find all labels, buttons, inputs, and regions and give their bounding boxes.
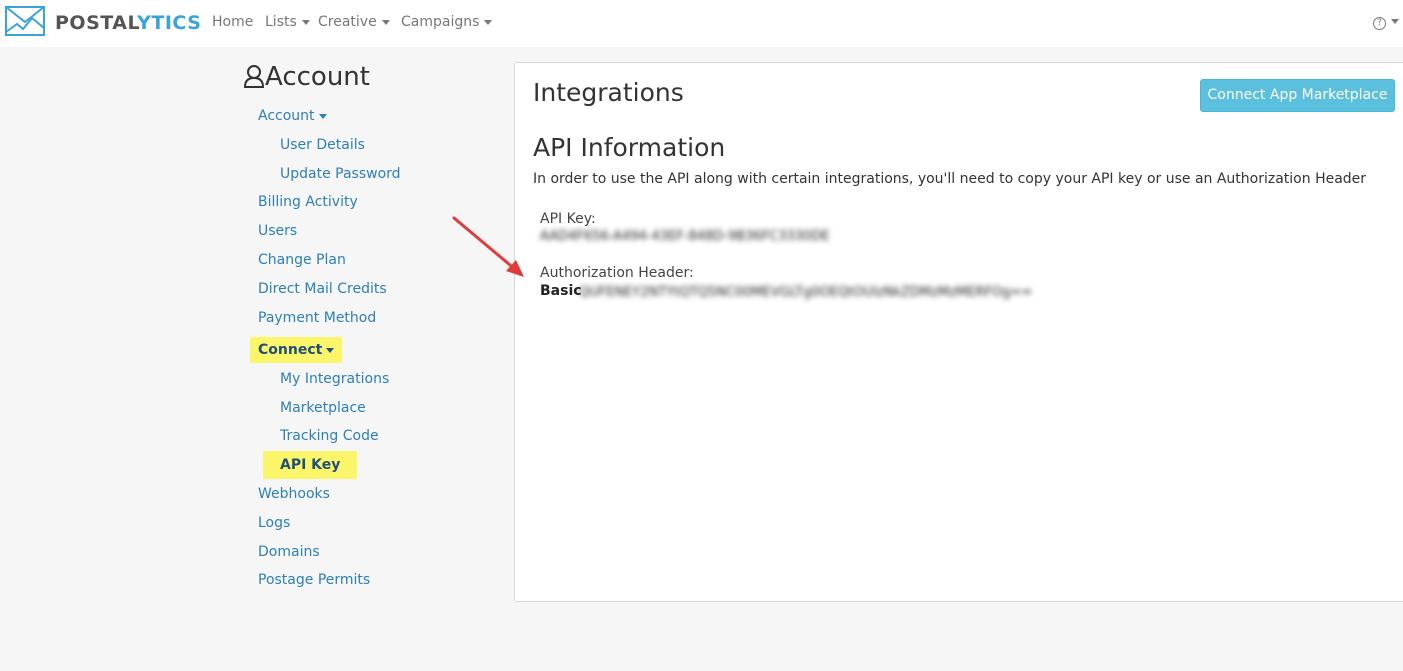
- chevron-down-icon: [326, 347, 335, 353]
- nav-home[interactable]: Home: [212, 14, 253, 30]
- auth-header-value[interactable]: QUFENEY2NTYtQTQ5NC00MEVGLTg0OEQtOUIzNkZD…: [579, 285, 1032, 300]
- sidebar-item-domains[interactable]: Domains: [258, 544, 320, 560]
- chevron-down-icon: [1391, 19, 1399, 24]
- brand-name[interactable]: POSTALYTICS: [55, 12, 201, 34]
- sidebar-item-users[interactable]: Users: [258, 223, 297, 239]
- sidebar-item-webhooks[interactable]: Webhooks: [258, 486, 330, 502]
- sidebar-item-connect[interactable]: Connect: [250, 337, 343, 363]
- postalytics-logo-icon[interactable]: [5, 6, 45, 36]
- sidebar-item-account[interactable]: Account: [258, 108, 327, 124]
- sidebar-item-user-details[interactable]: User Details: [280, 137, 365, 153]
- sidebar-item-payment-method[interactable]: Payment Method: [258, 310, 376, 326]
- chevron-down-icon: [381, 19, 390, 25]
- nav-lists[interactable]: Lists: [265, 14, 310, 30]
- api-description: In order to use the API along with certa…: [533, 171, 1367, 187]
- sidebar-item-change-plan[interactable]: Change Plan: [258, 252, 346, 268]
- auth-header-label: Authorization Header:: [540, 265, 694, 281]
- sidebar-item-my-integrations[interactable]: My Integrations: [280, 371, 389, 387]
- user-icon: [243, 65, 265, 88]
- api-information-heading: API Information: [533, 133, 726, 162]
- api-key-value[interactable]: AAD4F656-A494-43EF-848D-9B36FC3330DE: [540, 229, 830, 244]
- chevron-down-icon: [484, 19, 493, 25]
- chevron-down-icon: [301, 19, 310, 25]
- annotation-arrow-icon: [452, 216, 524, 277]
- account-heading: Account: [243, 62, 370, 92]
- sidebar-item-logs[interactable]: Logs: [258, 515, 290, 531]
- help-menu[interactable]: ?: [1373, 14, 1399, 30]
- question-circle-icon: ?: [1373, 17, 1386, 30]
- sidebar-item-marketplace[interactable]: Marketplace: [280, 400, 366, 416]
- page-title: Integrations: [533, 78, 684, 107]
- chevron-down-icon: [318, 113, 327, 119]
- api-key-label: API Key:: [540, 211, 596, 227]
- sidebar-item-billing-activity[interactable]: Billing Activity: [258, 194, 358, 210]
- sidebar-item-direct-mail-credits[interactable]: Direct Mail Credits: [258, 281, 387, 297]
- auth-basic-label: Basic: [540, 283, 582, 299]
- top-navbar: POSTALYTICS Home Lists Creative Campaign…: [0, 0, 1403, 47]
- connect-app-marketplace-button[interactable]: Connect App Marketplace: [1200, 79, 1395, 112]
- sidebar-item-update-password[interactable]: Update Password: [280, 166, 401, 182]
- sidebar-item-postage-permits[interactable]: Postage Permits: [258, 572, 370, 588]
- nav-campaigns[interactable]: Campaigns: [401, 14, 493, 30]
- nav-creative[interactable]: Creative: [318, 14, 390, 30]
- sidebar-item-api-key[interactable]: API Key: [263, 451, 358, 479]
- sidebar-item-tracking-code[interactable]: Tracking Code: [280, 428, 379, 444]
